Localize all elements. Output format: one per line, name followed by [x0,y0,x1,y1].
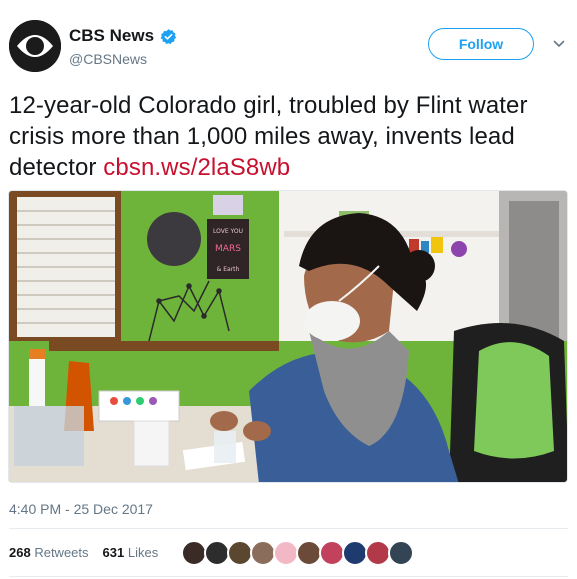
divider [9,528,568,529]
tweet-text: 12-year-old Colorado girl, troubled by F… [9,90,569,183]
news-photo: LOVE YOU MARS & Earth [9,191,567,482]
cbs-eye-logo-icon [9,20,61,72]
account-name[interactable]: CBS News [69,26,154,46]
likes-label: Likes [127,545,159,560]
divider [9,576,568,577]
name-row: CBS News [69,26,177,46]
retweets-stat[interactable]: 268 Retweets [9,545,89,560]
poster-line-1: LOVE YOU [213,228,243,235]
likes-stat[interactable]: 631 Likes [103,545,159,560]
wall-circle [147,212,201,266]
chair [449,323,567,482]
chevron-down-icon[interactable] [553,38,565,50]
liker-avatar[interactable] [388,540,414,566]
retweets-label: Retweets [34,545,89,560]
cbs-avatar[interactable] [9,20,61,72]
account-handle[interactable]: @CBSNews [69,51,147,67]
tweet-link[interactable]: cbsn.ws/2laS8wb [103,154,290,181]
tweet-header: CBS News @CBSNews Follow [0,0,577,80]
retweets-count: 268 [9,545,31,560]
tweet-media[interactable]: LOVE YOU MARS & Earth [8,190,568,483]
window-blinds [9,191,121,341]
likes-count: 631 [102,545,125,560]
poster-line-2: MARS [215,244,241,254]
tweet-timestamp[interactable]: 4:40 PM - 25 Dec 2017 [9,501,153,517]
liker-avatars [181,540,414,566]
poster-line-3: & Earth [217,266,240,273]
follow-button[interactable]: Follow [428,28,534,60]
tweet-stats: 268 Retweets 631 Likes [9,545,158,560]
wall-poster: LOVE YOU MARS & Earth [207,219,249,279]
verified-badge-icon [160,28,177,44]
